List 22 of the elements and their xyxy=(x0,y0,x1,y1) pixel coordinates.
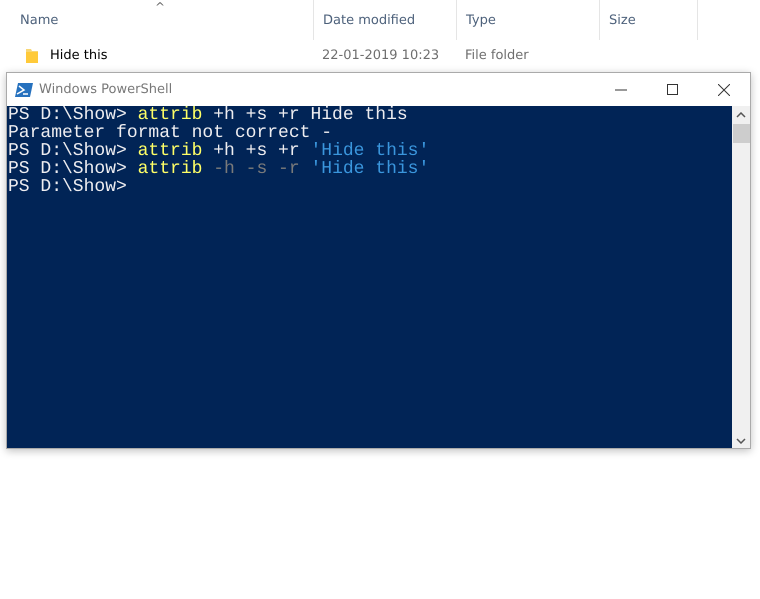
column-header[interactable]: Date modified xyxy=(323,12,416,28)
console-line: Parameter format not correct - xyxy=(8,124,332,142)
type-cell: File folder xyxy=(465,48,529,62)
column-header[interactable]: Type xyxy=(466,12,496,28)
close-icon[interactable] xyxy=(718,84,730,96)
file-name[interactable]: Hide this xyxy=(50,48,108,62)
maximize-icon[interactable] xyxy=(667,84,678,95)
scroll-down-icon[interactable] xyxy=(736,438,746,444)
column-header[interactable]: Name xyxy=(20,12,58,28)
console-line: PS D:\Show> attrib +h +s +r 'Hide this' xyxy=(8,142,430,160)
console-line: PS D:\Show> xyxy=(8,178,128,196)
window-title: Windows PowerShell xyxy=(39,82,172,97)
column-header[interactable]: Size xyxy=(609,12,636,28)
folder-icon xyxy=(26,48,38,62)
sort-arrow: ^ xyxy=(155,0,166,14)
console-line: PS D:\Show> attrib +h +s +r Hide this xyxy=(8,106,409,124)
scroll-up-icon[interactable] xyxy=(736,112,746,118)
powershell-icon xyxy=(15,82,33,96)
console-line: PS D:\Show> attrib -h -s -r 'Hide this' xyxy=(8,160,430,178)
scroll-thumb[interactable] xyxy=(732,124,750,143)
scrollbar[interactable] xyxy=(732,106,750,448)
date-cell: 22-01-2019 10:23 xyxy=(322,48,440,62)
